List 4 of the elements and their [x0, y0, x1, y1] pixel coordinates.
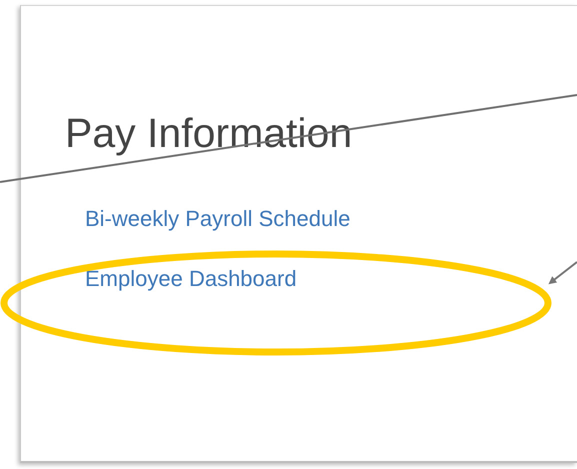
- annotation-arrow: [548, 261, 577, 284]
- nav-link[interactable]: Employee Dashboard: [85, 266, 297, 292]
- nav-link[interactable]: Bi-weekly Payroll Schedule: [85, 206, 350, 232]
- page-title: Pay Information: [65, 109, 354, 158]
